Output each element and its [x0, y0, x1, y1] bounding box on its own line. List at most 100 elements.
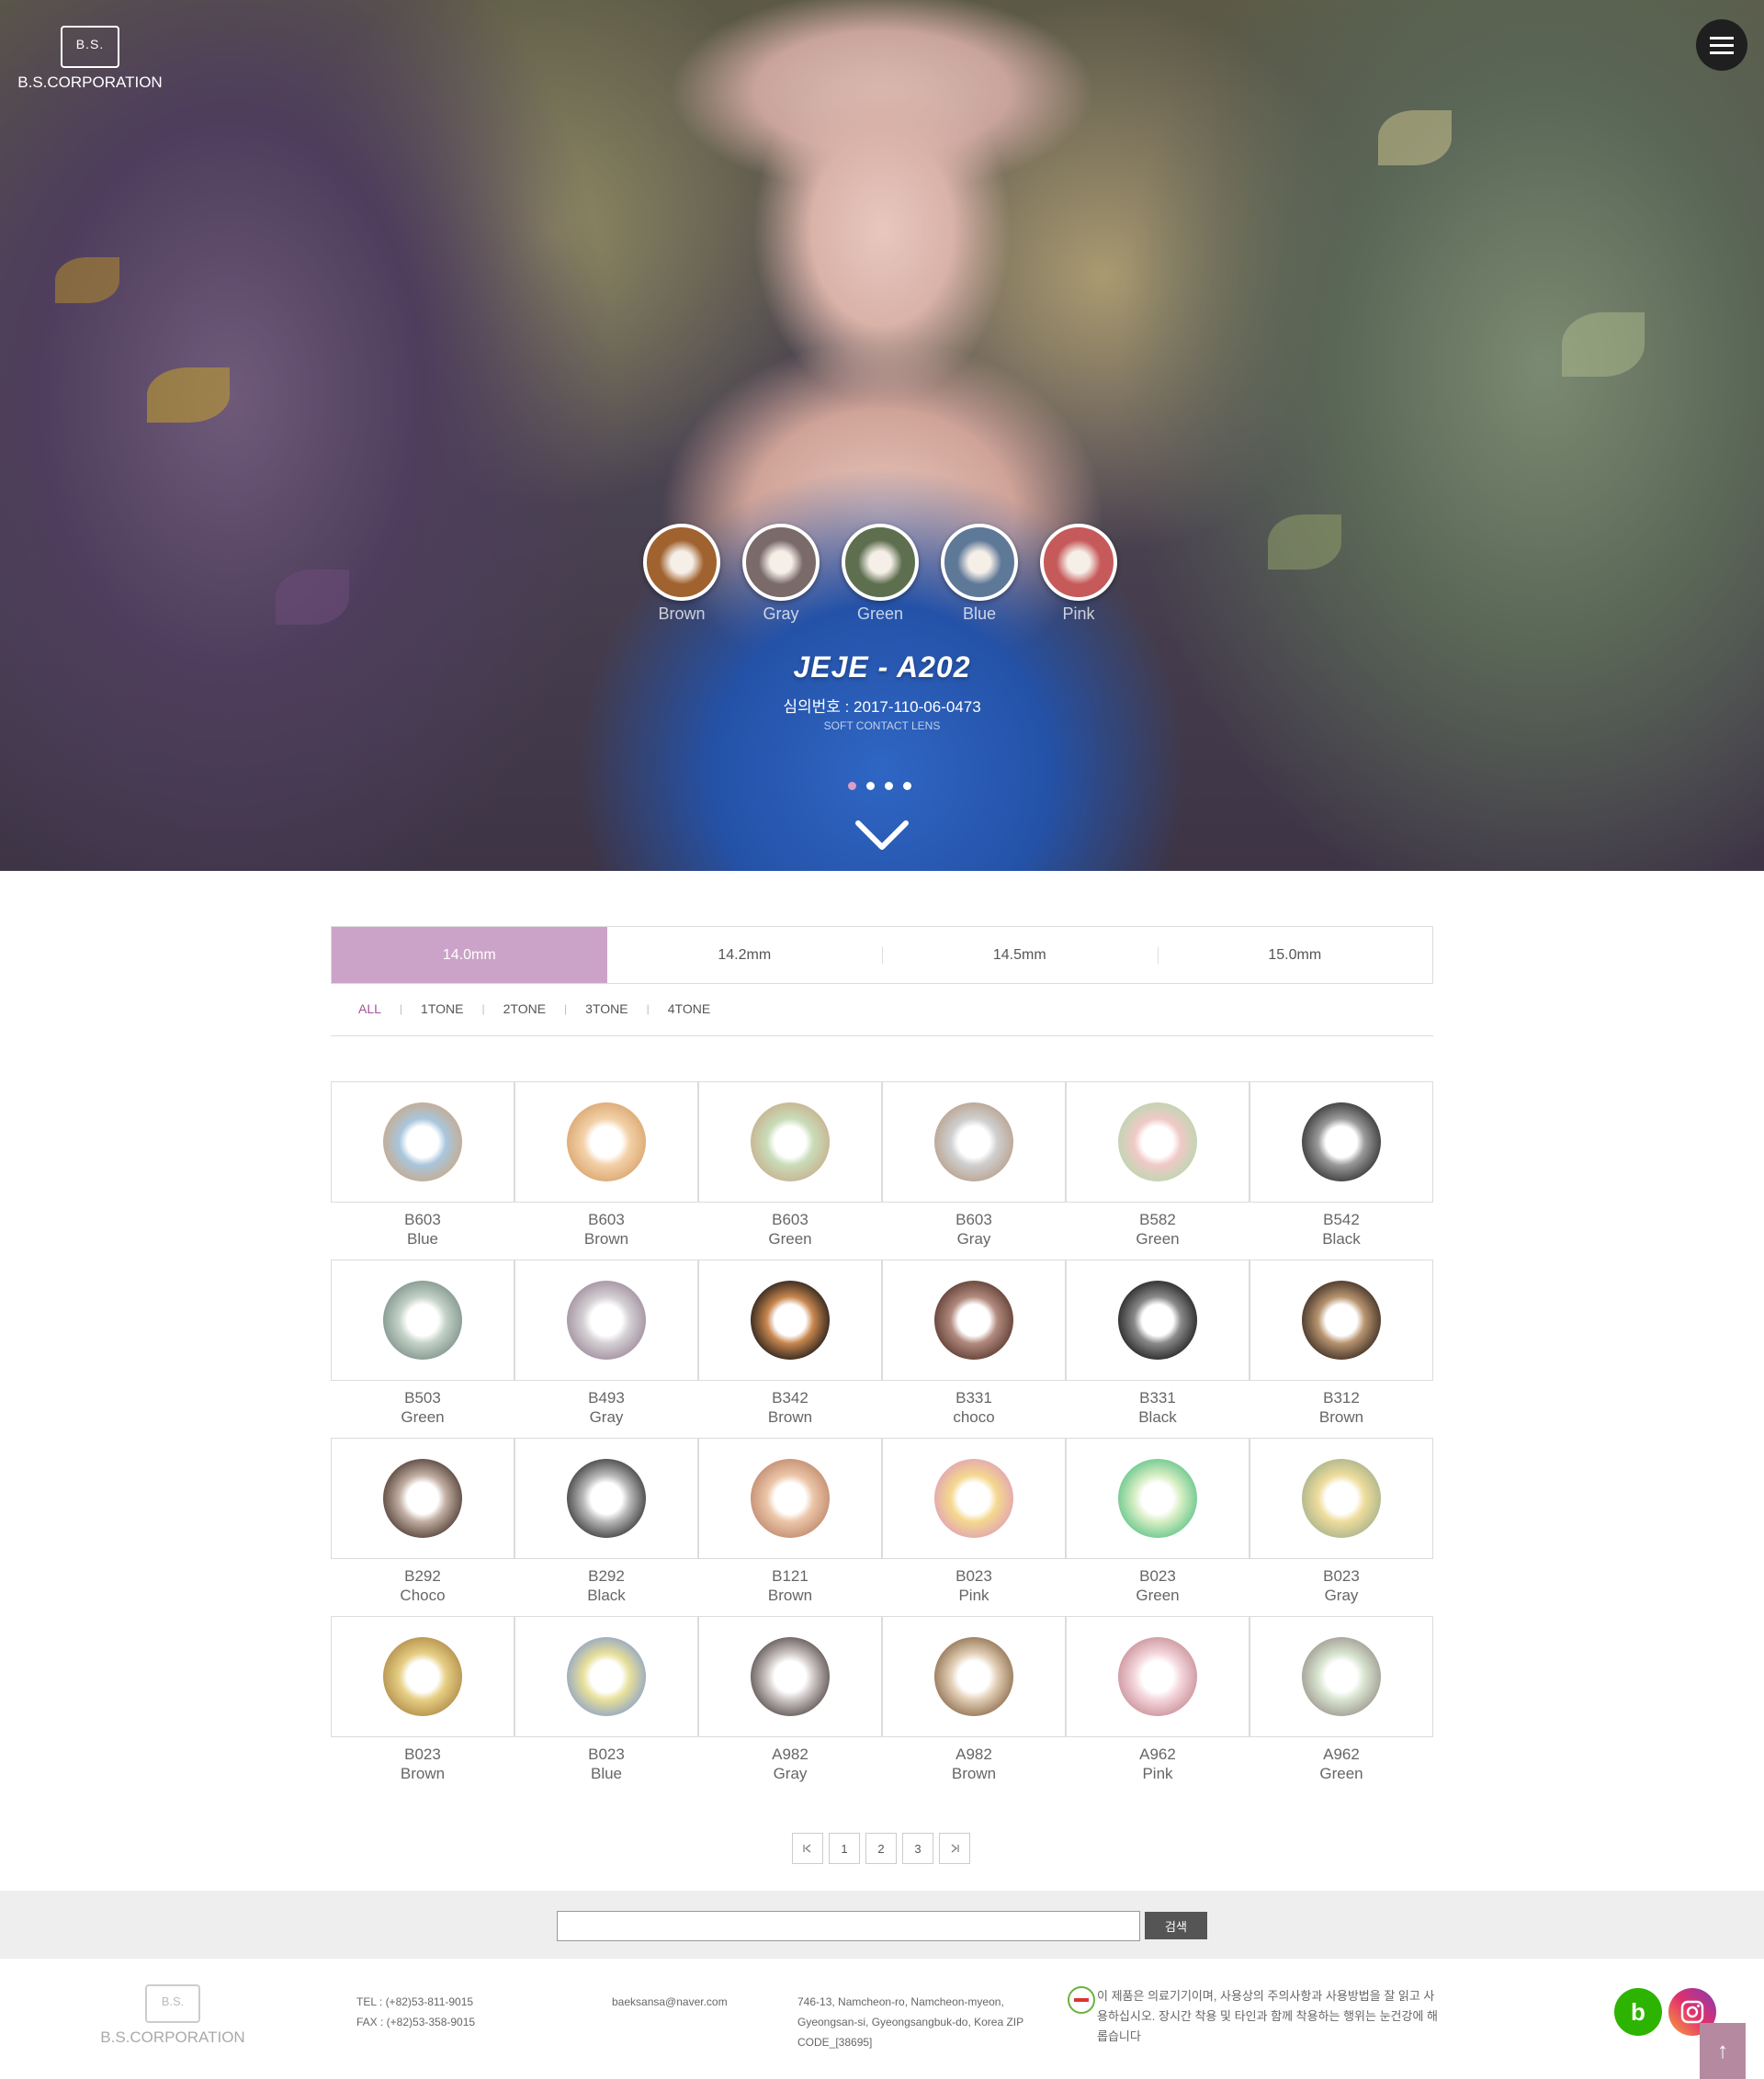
- product-image[interactable]: [331, 1260, 514, 1381]
- blog-icon[interactable]: b: [1614, 1988, 1662, 2036]
- slide-dot[interactable]: [885, 782, 893, 790]
- product-image[interactable]: [698, 1081, 882, 1203]
- product-card[interactable]: B542 Black: [1250, 1081, 1433, 1249]
- product-image[interactable]: [331, 1438, 514, 1559]
- product-code: B331: [1139, 1389, 1176, 1407]
- product-image[interactable]: [882, 1260, 1066, 1381]
- product-card[interactable]: A982 Gray: [698, 1616, 882, 1783]
- scroll-top-icon[interactable]: ↑: [1700, 2023, 1746, 2079]
- chevron-down-icon[interactable]: [854, 818, 910, 854]
- page-button[interactable]: 3: [902, 1833, 933, 1864]
- product-card[interactable]: B292 Black: [514, 1438, 698, 1605]
- search-bar: 검색: [0, 1891, 1764, 1959]
- product-color: Green: [1136, 1587, 1180, 1604]
- product-image[interactable]: [331, 1616, 514, 1737]
- product-card[interactable]: B503 Green: [331, 1260, 514, 1427]
- product-image[interactable]: [1250, 1616, 1433, 1737]
- product-card[interactable]: B603 Blue: [331, 1081, 514, 1249]
- product-image[interactable]: [1250, 1438, 1433, 1559]
- product-image[interactable]: [514, 1616, 698, 1737]
- product-card[interactable]: B603 Gray: [882, 1081, 1066, 1249]
- color-swatch-brown[interactable]: Brown: [643, 524, 720, 624]
- tab-size-14-5mm[interactable]: 14.5mm: [882, 927, 1158, 983]
- product-image[interactable]: [882, 1438, 1066, 1559]
- slide-dot[interactable]: [903, 782, 911, 790]
- product-image[interactable]: [514, 1260, 698, 1381]
- product-card[interactable]: B023 Blue: [514, 1616, 698, 1783]
- product-card[interactable]: B312 Brown: [1250, 1260, 1433, 1427]
- tab-divider: [1157, 947, 1159, 964]
- tab-size-15-0mm[interactable]: 15.0mm: [1157, 927, 1433, 983]
- product-card[interactable]: B023 Pink: [882, 1438, 1066, 1605]
- product-color: Pink: [958, 1587, 989, 1604]
- product-image[interactable]: [1066, 1260, 1250, 1381]
- product-card[interactable]: B023 Green: [1066, 1438, 1250, 1605]
- swatch-label: Green: [856, 604, 904, 623]
- product-image[interactable]: [882, 1081, 1066, 1203]
- product-card[interactable]: B331 Black: [1066, 1260, 1250, 1427]
- footer-tel: TEL : (+82)53-811-9015: [356, 1995, 474, 2008]
- product-card[interactable]: B121 Brown: [698, 1438, 882, 1605]
- tab-size-14-2mm[interactable]: 14.2mm: [607, 927, 883, 983]
- tab-size-14-0mm[interactable]: 14.0mm: [332, 927, 607, 983]
- color-swatch-blue[interactable]: Blue: [941, 524, 1018, 624]
- medical-notice: 이 제품은 의료기기이며, 사용상의 주의사항과 사용방법을 잘 읽고 사 용하…: [1097, 1986, 1474, 2047]
- footer-email[interactable]: baeksansa@naver.com: [612, 1992, 728, 2012]
- brand-logo[interactable]: B.S. B.S.CORPORATION: [17, 26, 164, 92]
- lens-image: [751, 1102, 830, 1181]
- product-card[interactable]: B603 Brown: [514, 1081, 698, 1249]
- slide-dot[interactable]: [848, 782, 856, 790]
- product-image[interactable]: [698, 1616, 882, 1737]
- product-card[interactable]: B582 Green: [1066, 1081, 1250, 1249]
- product-image[interactable]: [331, 1081, 514, 1203]
- color-swatch-pink[interactable]: Pink: [1040, 524, 1117, 624]
- product-color: Brown: [767, 1587, 813, 1604]
- product-card[interactable]: B023 Brown: [331, 1616, 514, 1783]
- page-button[interactable]: 1: [829, 1833, 860, 1864]
- product-card[interactable]: B331 choco: [882, 1260, 1066, 1427]
- product-color: Gray: [589, 1408, 624, 1426]
- search-input[interactable]: [557, 1911, 1140, 1941]
- footer: B.S. B.S.CORPORATION TEL : (+82)53-811-9…: [0, 1959, 1764, 2079]
- lens-swatch-image: [742, 524, 820, 601]
- product-image[interactable]: [1250, 1081, 1433, 1203]
- lens-image: [751, 1281, 830, 1360]
- product-image[interactable]: [1066, 1081, 1250, 1203]
- hamburger-menu-icon[interactable]: [1696, 19, 1747, 71]
- product-card[interactable]: A982 Brown: [882, 1616, 1066, 1783]
- product-card[interactable]: A962 Green: [1250, 1616, 1433, 1783]
- color-swatch-green[interactable]: Green: [842, 524, 919, 624]
- product-image[interactable]: [882, 1616, 1066, 1737]
- product-card[interactable]: B342 Brown: [698, 1260, 882, 1427]
- product-image[interactable]: [514, 1438, 698, 1559]
- filter-3tone[interactable]: 3TONE: [585, 1000, 628, 1016]
- first-page-icon[interactable]: [792, 1833, 823, 1864]
- last-page-icon[interactable]: [939, 1833, 970, 1864]
- product-card[interactable]: B292 Choco: [331, 1438, 514, 1605]
- product-code: B503: [404, 1389, 441, 1407]
- page-button[interactable]: 2: [865, 1833, 897, 1864]
- filter-4tone[interactable]: 4TONE: [668, 1000, 710, 1016]
- product-card[interactable]: B603 Green: [698, 1081, 882, 1249]
- search-button[interactable]: 검색: [1145, 1912, 1207, 1939]
- product-image[interactable]: [1066, 1438, 1250, 1559]
- product-color: Gray: [956, 1230, 991, 1248]
- product-image[interactable]: [1250, 1260, 1433, 1381]
- product-card[interactable]: B023 Gray: [1250, 1438, 1433, 1605]
- product-card[interactable]: B493 Gray: [514, 1260, 698, 1427]
- filter-1tone[interactable]: 1TONE: [421, 1000, 463, 1016]
- color-swatch-gray[interactable]: Gray: [742, 524, 820, 624]
- product-color: Brown: [400, 1765, 446, 1782]
- product-image[interactable]: [514, 1081, 698, 1203]
- product-code: B603: [588, 1211, 625, 1228]
- product-code: B023: [956, 1567, 992, 1585]
- product-color: Green: [768, 1230, 812, 1248]
- product-image[interactable]: [1066, 1616, 1250, 1737]
- product-image[interactable]: [698, 1260, 882, 1381]
- product-card[interactable]: A962 Pink: [1066, 1616, 1250, 1783]
- filter-all[interactable]: ALL: [358, 1000, 381, 1016]
- slide-dot[interactable]: [866, 782, 875, 790]
- product-image[interactable]: [698, 1438, 882, 1559]
- filter-2tone[interactable]: 2TONE: [503, 1000, 546, 1016]
- medical-device-badge-icon: [1068, 1986, 1095, 2014]
